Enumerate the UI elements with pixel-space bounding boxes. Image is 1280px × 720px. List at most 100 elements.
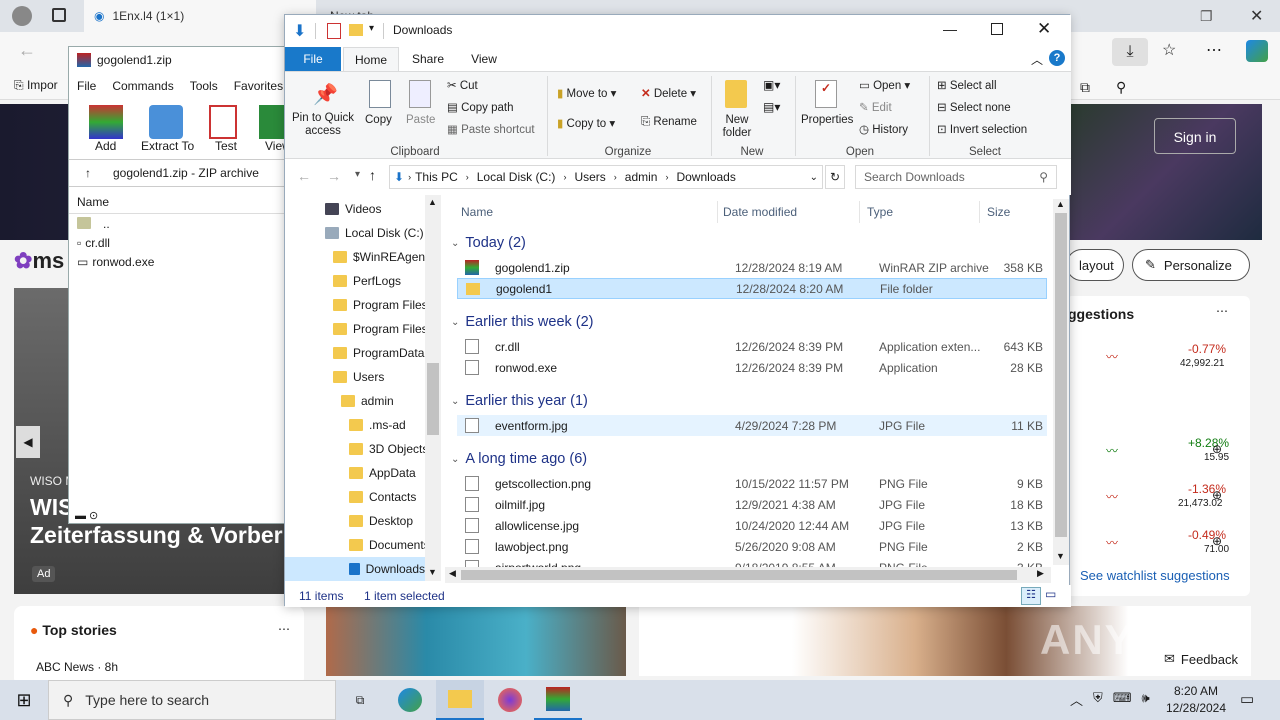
msn-logo[interactable]: ✿ms bbox=[14, 248, 64, 274]
more-icon[interactable]: ⋯ bbox=[1206, 40, 1222, 60]
up-icon[interactable]: ↑ bbox=[69, 166, 113, 180]
test-icon[interactable] bbox=[209, 105, 237, 139]
search-input[interactable]: Search Downloads ⚲ bbox=[855, 165, 1057, 189]
column-date-modified[interactable]: Date modified bbox=[723, 205, 797, 219]
new-folder-button[interactable]: New folder bbox=[719, 114, 755, 140]
test-button[interactable]: Test bbox=[215, 139, 237, 153]
network-icon[interactable]: ⌨ bbox=[1113, 690, 1132, 709]
tab-actions-icon[interactable] bbox=[52, 8, 66, 22]
list-hscrollbar[interactable]: ◀ ▶ bbox=[445, 567, 1051, 583]
taskbar-firefox[interactable] bbox=[486, 680, 534, 720]
nav-item[interactable]: $WinREAgent bbox=[333, 245, 428, 269]
watch-row[interactable]: 〰 -0.49% 71.00 ⊕ bbox=[1066, 522, 1250, 562]
edit-button[interactable]: ✎ Edit bbox=[859, 100, 892, 114]
news-image[interactable] bbox=[326, 606, 626, 676]
restore-icon[interactable]: ❐ bbox=[1200, 8, 1213, 25]
tray-chevron-icon[interactable]: ︿ bbox=[1070, 690, 1083, 709]
collections-icon[interactable]: ⧉ bbox=[1080, 79, 1090, 96]
back-icon[interactable]: ← bbox=[18, 40, 36, 61]
maximize-icon[interactable] bbox=[991, 23, 1003, 35]
extract-icon[interactable] bbox=[149, 105, 183, 139]
breadcrumb[interactable]: ⬇ › This PC › Local Disk (C:) › Users › admi… bbox=[389, 165, 823, 189]
watch-row[interactable]: 〰 -1.36% 21,473.02 ⊕ bbox=[1066, 476, 1250, 516]
new-folder-quick-icon[interactable] bbox=[349, 24, 363, 36]
add-archive-icon[interactable] bbox=[89, 105, 123, 139]
copy-to-button[interactable]: ▮ Copy to ▾ bbox=[557, 116, 615, 130]
crumb-this-pc[interactable]: This PC bbox=[415, 170, 458, 184]
watch-row[interactable]: 〰 +8.28% 15.95 ⊕ bbox=[1066, 430, 1250, 470]
file-row[interactable]: allowlicense.jpg 10/24/2020 12:44 AM JPG F… bbox=[457, 515, 1047, 536]
menu-favorites[interactable]: Favorites bbox=[234, 79, 283, 93]
column-name[interactable]: Name bbox=[461, 205, 493, 219]
volume-icon[interactable]: 🕪 bbox=[1142, 690, 1150, 709]
taskbar-winrar[interactable] bbox=[534, 680, 582, 720]
tab-share[interactable]: Share bbox=[401, 47, 455, 71]
refresh-icon[interactable]: ↻ bbox=[825, 165, 845, 189]
extract-to-button[interactable]: Extract To bbox=[141, 139, 194, 153]
watchlist-link[interactable]: See watchlist suggestions bbox=[1080, 568, 1230, 583]
column-size[interactable]: Size bbox=[987, 205, 1010, 219]
collapse-ribbon-icon[interactable]: ︿ bbox=[1031, 51, 1043, 68]
clock[interactable]: 8:20 AM 12/28/2024 bbox=[1164, 683, 1228, 717]
watch-row[interactable]: 〰 -0.77% 42,992.21 bbox=[1066, 336, 1250, 376]
nav-item[interactable]: Contacts bbox=[349, 485, 416, 509]
sign-in-button[interactable]: Sign in bbox=[1154, 118, 1236, 154]
start-button[interactable]: ⊞ bbox=[0, 680, 48, 720]
nav-item[interactable]: AppData bbox=[349, 461, 416, 485]
carousel-prev-icon[interactable]: ◀ bbox=[16, 426, 40, 458]
crumb-admin[interactable]: admin bbox=[625, 170, 658, 184]
group-header[interactable]: ⌄ Earlier this week (2) bbox=[445, 310, 602, 334]
pin-quick-access-button[interactable]: Pin to Quick access bbox=[291, 112, 355, 138]
group-header[interactable]: ⌄ Earlier this year (1) bbox=[445, 389, 596, 413]
file-row[interactable]: eventform.jpg 4/29/2024 7:28 PM JPG File 11… bbox=[457, 415, 1047, 436]
task-view-button[interactable]: ⧉ bbox=[336, 680, 384, 720]
copy-button[interactable]: Copy bbox=[365, 114, 392, 126]
open-button[interactable]: ▭ Open ▾ bbox=[859, 78, 910, 92]
nav-item[interactable]: PerfLogs bbox=[333, 269, 401, 293]
forward-icon[interactable]: → bbox=[327, 168, 341, 184]
address-dropdown-icon[interactable]: ⌄ bbox=[810, 172, 822, 183]
tab-home[interactable]: Home bbox=[343, 47, 399, 71]
minimize-icon[interactable]: — bbox=[943, 21, 957, 37]
file-row[interactable]: lawobject.png 5/26/2020 9:08 AM PNG File 2 … bbox=[457, 536, 1047, 557]
nav-scrollbar[interactable]: ▲ ▼ bbox=[425, 195, 441, 581]
easy-access-icon[interactable]: ▤▾ bbox=[763, 100, 780, 114]
crumb-downloads[interactable]: Downloads bbox=[676, 170, 735, 184]
personalize-button[interactable]: ✎ Personalize bbox=[1132, 249, 1250, 281]
nav-item[interactable]: Users bbox=[333, 365, 384, 389]
menu-tools[interactable]: Tools bbox=[190, 79, 218, 93]
tab-file[interactable]: File bbox=[285, 47, 341, 71]
pin-icon[interactable]: ⚲ bbox=[1116, 79, 1126, 96]
copilot-icon[interactable] bbox=[1246, 40, 1268, 62]
group-header[interactable]: ⌄ A long time ago (6) bbox=[445, 447, 595, 471]
layout-button[interactable]: layout bbox=[1066, 249, 1124, 281]
list-item[interactable]: .. bbox=[77, 217, 110, 231]
column-name[interactable]: Name bbox=[77, 195, 109, 209]
customize-qat-icon[interactable]: ▾ bbox=[369, 23, 374, 34]
paste-button[interactable]: Paste bbox=[406, 114, 435, 126]
group-header[interactable]: ⌄ Today (2) bbox=[445, 231, 534, 255]
select-all-button[interactable]: ⊞ Select all bbox=[937, 78, 997, 92]
nav-item[interactable]: Program Files bbox=[333, 293, 428, 317]
add-icon[interactable]: ⊕ bbox=[1212, 442, 1222, 456]
add-icon[interactable]: ⊕ bbox=[1212, 488, 1222, 502]
crumb-users[interactable]: Users bbox=[574, 170, 605, 184]
add-icon[interactable]: ⊕ bbox=[1212, 534, 1222, 548]
feedback-button[interactable]: ✉ Feedback bbox=[1154, 644, 1250, 674]
add-button[interactable]: Add bbox=[95, 139, 116, 153]
notifications-icon[interactable]: ▭ bbox=[1240, 690, 1254, 708]
rename-button[interactable]: ⎘ Rename bbox=[641, 116, 697, 129]
tab-view[interactable]: View bbox=[457, 47, 511, 71]
nav-item[interactable]: Desktop bbox=[349, 509, 413, 533]
large-icons-view-icon[interactable]: ▭ bbox=[1045, 587, 1056, 601]
history-button[interactable]: ◷ History bbox=[859, 122, 908, 136]
nav-item[interactable]: Videos bbox=[325, 197, 381, 221]
close-icon[interactable]: ✕ bbox=[1037, 19, 1051, 39]
list-item[interactable]: ▭ ronwod.exe bbox=[77, 255, 154, 269]
file-row[interactable]: oilmilf.jpg 12/9/2021 4:38 AM JPG File 18 K… bbox=[457, 494, 1047, 515]
file-row[interactable]: cr.dll 12/26/2024 8:39 PM Application exte… bbox=[457, 336, 1047, 357]
menu-file[interactable]: File bbox=[77, 79, 96, 93]
help-icon[interactable]: ? bbox=[1049, 50, 1065, 66]
cut-button[interactable]: ✂ Cut bbox=[447, 78, 478, 92]
invert-selection-button[interactable]: ⊡ Invert selection bbox=[937, 122, 1027, 136]
